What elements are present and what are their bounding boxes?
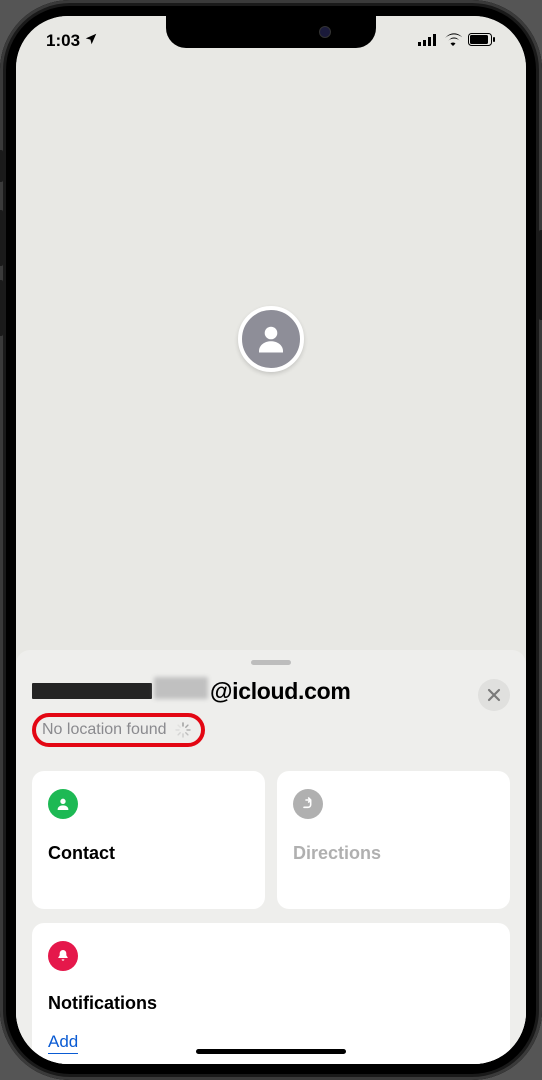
directions-icon	[293, 789, 323, 819]
person-icon	[253, 321, 289, 357]
sheet-grabber[interactable]	[251, 660, 291, 665]
person-title: @icloud.com	[32, 677, 351, 705]
battery-icon	[468, 31, 496, 51]
redacted-segment	[154, 677, 208, 699]
contact-icon	[48, 789, 78, 819]
wifi-icon	[444, 31, 462, 51]
notch	[166, 16, 376, 48]
close-button[interactable]	[478, 679, 510, 711]
redacted-name	[32, 683, 152, 699]
email-suffix: @icloud.com	[210, 678, 351, 705]
volume-up-button	[0, 210, 3, 266]
home-indicator[interactable]	[196, 1049, 346, 1054]
contact-card[interactable]: Contact	[32, 771, 265, 909]
close-icon	[487, 688, 501, 702]
location-arrow-icon	[84, 31, 98, 51]
location-status-text: No location found	[42, 721, 167, 739]
volume-down-button	[0, 280, 3, 336]
mute-switch	[0, 150, 3, 182]
detail-sheet[interactable]: @icloud.com No location found	[16, 650, 526, 1064]
person-avatar-pin[interactable]	[238, 306, 304, 372]
notifications-title: Notifications	[48, 993, 494, 1014]
spinner-icon	[175, 722, 191, 738]
screen: 1:03	[16, 16, 526, 1064]
notifications-card[interactable]: Notifications Add	[32, 923, 510, 1064]
contact-label: Contact	[48, 843, 249, 864]
location-status-callout: No location found	[32, 713, 205, 747]
directions-label: Directions	[293, 843, 494, 864]
directions-card[interactable]: Directions	[277, 771, 510, 909]
bell-icon	[48, 941, 78, 971]
cellular-icon	[418, 31, 438, 51]
status-time: 1:03	[46, 31, 80, 51]
add-notification-link[interactable]: Add	[48, 1032, 78, 1054]
phone-frame: 1:03	[0, 0, 542, 1080]
